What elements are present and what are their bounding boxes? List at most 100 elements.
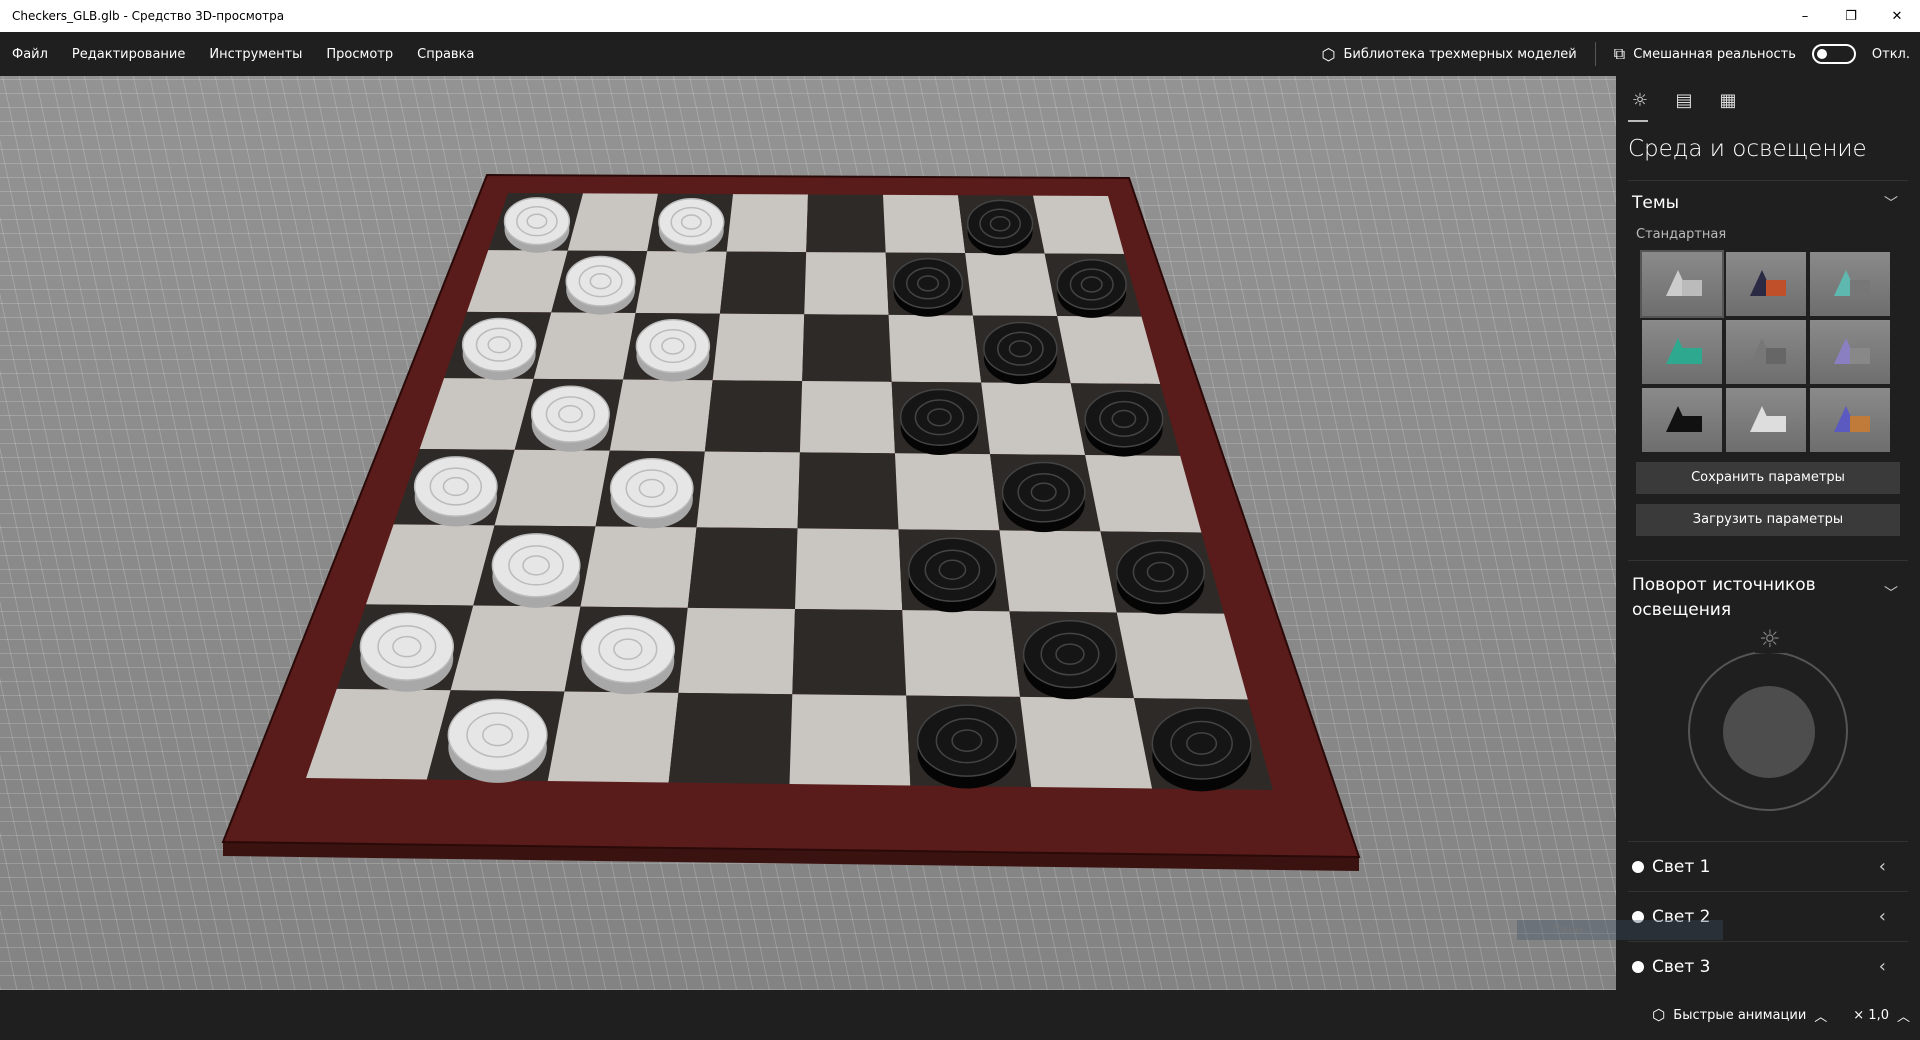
- menu-bar: Файл Редактирование Инструменты Просмотр…: [0, 32, 1920, 76]
- checkers-board[interactable]: [0, 76, 1616, 990]
- animation-icon: ⬡: [1652, 1006, 1666, 1024]
- divider: [1594, 42, 1596, 66]
- mixed-reality-icon: ⧉: [1613, 44, 1626, 63]
- sun-icon[interactable]: ☼: [1755, 625, 1785, 653]
- board-square: [894, 453, 1000, 531]
- board-square: [668, 692, 793, 784]
- board-square: [687, 527, 798, 609]
- white-checker: [635, 319, 711, 374]
- light-1-row[interactable]: Свет 1 ‹: [1628, 841, 1908, 891]
- light-dot-icon: [1632, 960, 1644, 973]
- black-checker: [899, 388, 979, 446]
- 3d-viewport[interactable]: [0, 76, 1616, 990]
- 3d-library-button[interactable]: Библиотека трехмерных моделей: [1343, 47, 1576, 62]
- chevron-left-icon: ‹: [1878, 856, 1886, 877]
- theme-swatch[interactable]: [1726, 320, 1806, 384]
- board-square: [902, 610, 1021, 697]
- white-checker: [565, 255, 636, 307]
- board-square: [888, 314, 982, 383]
- board-square: [696, 451, 800, 529]
- board-square: [719, 251, 807, 315]
- white-checker: [580, 614, 676, 684]
- chevron-left-icon: ‹: [1878, 956, 1886, 977]
- board-square: [794, 528, 903, 611]
- grid-icon[interactable]: ▦: [1716, 90, 1740, 118]
- menu-tools[interactable]: Инструменты: [197, 47, 314, 62]
- themes-section-header[interactable]: Темы ﹀: [1616, 181, 1920, 213]
- board-square: [712, 313, 805, 382]
- black-checker: [1116, 539, 1205, 605]
- bottom-bar: ⬡ Быстрые анимации ︿ × 1,0 ︿: [0, 990, 1920, 1040]
- dial-center[interactable]: [1723, 686, 1815, 778]
- chevron-down-icon: ﹀: [1884, 196, 1898, 212]
- white-checker: [359, 612, 455, 681]
- light-3-row[interactable]: Свет 3 ‹: [1628, 941, 1908, 991]
- speed-selector[interactable]: × 1,0: [1853, 1008, 1889, 1023]
- light-rotation-label: Поворот источников освещения: [1632, 575, 1816, 620]
- board-square: [494, 449, 610, 527]
- board-square: [802, 314, 892, 382]
- menu-help[interactable]: Справка: [405, 47, 486, 62]
- menu-edit[interactable]: Редактирование: [60, 47, 197, 62]
- theme-swatch[interactable]: [1642, 388, 1722, 452]
- mixed-reality-label: Смешанная реальность: [1633, 46, 1796, 62]
- theme-swatch[interactable]: [1726, 252, 1806, 316]
- maximize-button[interactable]: ❐: [1828, 0, 1874, 32]
- white-checker: [503, 197, 571, 246]
- light-label: Свет 3: [1652, 956, 1711, 977]
- minimize-button[interactable]: –: [1782, 0, 1828, 32]
- chevron-up-icon[interactable]: ︿: [1814, 1006, 1827, 1025]
- theme-swatch[interactable]: [1810, 320, 1890, 384]
- current-theme: Стандартная: [1636, 227, 1727, 242]
- white-checker: [461, 317, 537, 372]
- load-settings-button[interactable]: Загрузить параметры: [1636, 504, 1900, 536]
- theme-swatch[interactable]: [1726, 388, 1806, 452]
- board-square: [704, 380, 803, 453]
- menu-file[interactable]: Файл: [0, 47, 60, 62]
- mixed-reality-toggle[interactable]: [1811, 44, 1856, 64]
- chevron-down-icon[interactable]: ﹀: [1884, 583, 1898, 603]
- light-rotation-dial[interactable]: ☼: [1688, 625, 1848, 811]
- theme-swatch[interactable]: [1642, 320, 1722, 384]
- board-square: [797, 452, 899, 530]
- cube-search-icon: ⬡: [1321, 44, 1336, 64]
- black-checker: [1056, 258, 1127, 310]
- stats-icon[interactable]: ▤: [1672, 90, 1696, 118]
- board-square: [789, 694, 911, 786]
- theme-swatch[interactable]: [1810, 252, 1890, 316]
- chevron-up-icon[interactable]: ︿: [1897, 1006, 1910, 1025]
- black-checker: [1022, 619, 1118, 689]
- black-checker: [1084, 390, 1164, 448]
- board-square: [609, 379, 713, 452]
- black-checker: [916, 704, 1017, 777]
- black-checker: [892, 257, 964, 309]
- board-square: [1020, 696, 1153, 789]
- black-checker: [1001, 461, 1086, 523]
- environment-panel: ☼ ▤ ▦ Среда и освещение Темы ﹀ Стандартна…: [1616, 76, 1920, 990]
- white-checker: [491, 533, 581, 598]
- menu-view[interactable]: Просмотр: [314, 47, 405, 62]
- chevron-left-icon: ‹: [1878, 906, 1886, 927]
- board-square: [799, 381, 895, 454]
- close-button[interactable]: ✕: [1874, 0, 1920, 32]
- board-square: [883, 194, 966, 254]
- animations-selector[interactable]: Быстрые анимации: [1673, 1008, 1806, 1023]
- board-square: [678, 607, 795, 695]
- black-checker: [966, 199, 1034, 248]
- white-checker: [658, 197, 725, 247]
- sun-icon[interactable]: ☼: [1628, 90, 1652, 122]
- light-label: Свет 1: [1652, 856, 1711, 877]
- board-square: [547, 691, 679, 783]
- board-square: [580, 526, 697, 608]
- board-square: [792, 608, 907, 696]
- board-square: [965, 253, 1058, 317]
- white-checker: [413, 456, 498, 517]
- theme-swatch[interactable]: [1640, 250, 1724, 318]
- light-dot-icon: [1632, 860, 1644, 873]
- theme-swatch[interactable]: [1810, 388, 1890, 452]
- board-square: [533, 312, 636, 380]
- panel-title: Среда и освещение: [1628, 136, 1867, 162]
- white-checker: [447, 698, 548, 772]
- title-bar: Checkers_GLB.glb - Средство 3D-просмотра…: [0, 0, 1920, 32]
- save-settings-button[interactable]: Сохранить параметры: [1636, 462, 1900, 494]
